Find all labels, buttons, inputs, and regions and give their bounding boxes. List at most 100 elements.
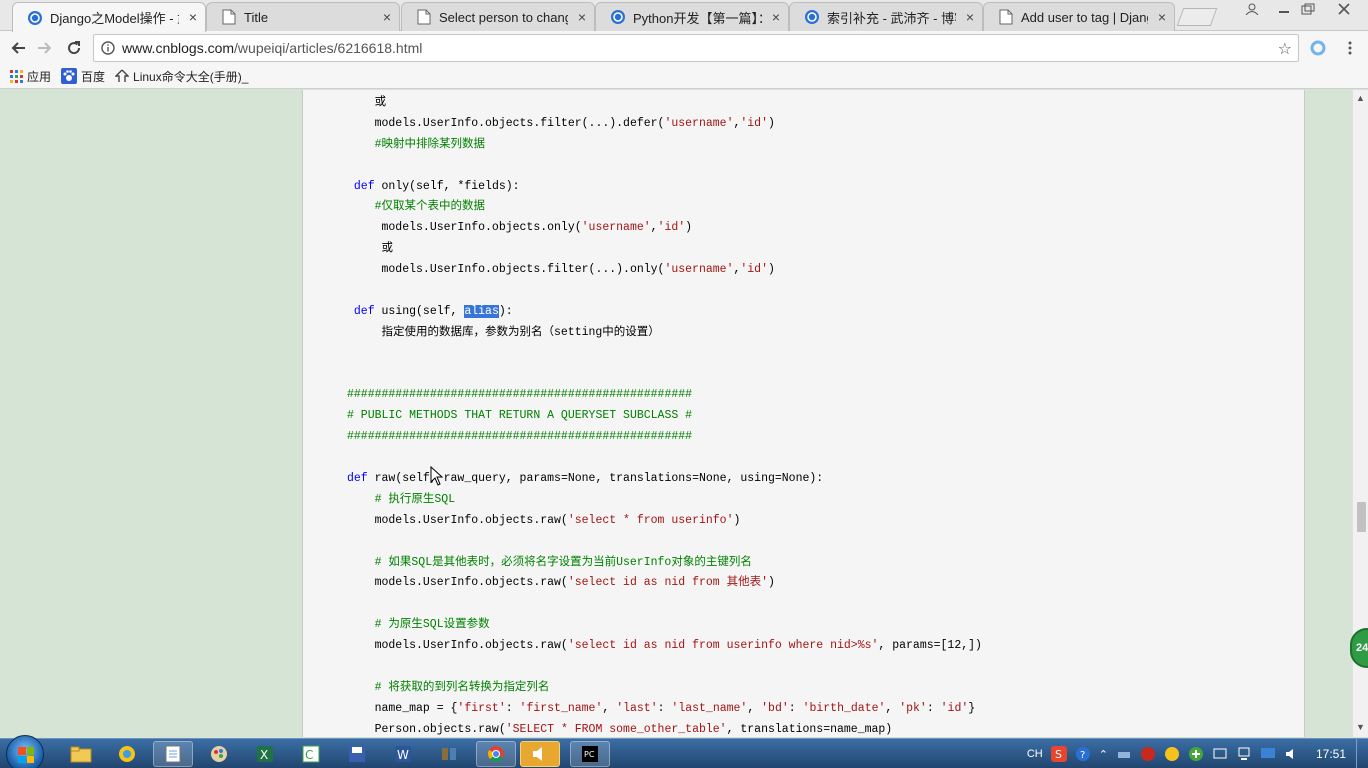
taskbar-qq-browser[interactable] — [107, 741, 147, 767]
taskbar-notepad[interactable] — [153, 741, 193, 767]
code-token: # 如果SQL是其他表时，必须将名字设置为当前UserInfo对象的主键列名 — [347, 555, 752, 569]
taskbar-explorer[interactable] — [61, 741, 101, 767]
tray-expand-icon[interactable]: ⌃ — [1099, 748, 1108, 761]
tab-1[interactable]: Django之Model操作 - 武 × — [12, 2, 206, 32]
code-token: using(self, — [374, 304, 465, 318]
code-line: 指定使用的数据库，参数为别名（setting中的设置） — [347, 323, 982, 344]
tab-close-icon[interactable]: × — [966, 9, 974, 25]
code-token: 'pk' — [899, 701, 927, 715]
back-arrow-icon — [11, 42, 25, 54]
code-line: models.UserInfo.objects.raw('select id a… — [347, 573, 982, 594]
taskbar-notepad-plus[interactable]: C — [291, 741, 331, 767]
code-token: , — [885, 701, 900, 715]
code-token: ) — [733, 513, 741, 527]
taskbar-player[interactable] — [520, 741, 560, 767]
code-token: ): — [498, 304, 513, 318]
code-token: : — [788, 701, 803, 715]
display-icon[interactable] — [1212, 746, 1228, 762]
code-token: models.UserInfo.objects.raw( — [347, 639, 568, 653]
back-button[interactable] — [6, 36, 30, 60]
code-token: : — [505, 701, 520, 715]
code-line: name_map = {'first': 'first_name', 'last… — [347, 699, 982, 720]
bookmark-label: Linux命令大全(手册)_ — [133, 69, 249, 84]
tab-title: Select person to chang — [439, 9, 568, 25]
tab-title: Django之Model操作 - 武 — [50, 11, 179, 26]
code-token: , — [650, 221, 658, 235]
tab-title: Add user to tag | Djang — [1021, 9, 1148, 25]
computer-icon[interactable] — [1236, 746, 1252, 762]
bookmark-baidu[interactable]: 百度 — [61, 68, 105, 85]
show-desktop-button[interactable] — [1356, 739, 1368, 768]
code-line: # 执行原生SQL — [347, 490, 982, 511]
add-icon[interactable] — [1188, 746, 1204, 762]
network-icon[interactable] — [1260, 746, 1276, 762]
new-tab-button[interactable] — [1176, 8, 1218, 26]
scrollbar-thumb[interactable] — [1357, 502, 1366, 532]
mouse-cursor-icon — [430, 465, 444, 489]
bookmark-star-icon[interactable]: ☆ — [1278, 39, 1292, 59]
bookmark-linux[interactable]: Linux命令大全(手册)_ — [115, 68, 248, 85]
cnblogs-icon — [610, 9, 626, 25]
tab-close-icon[interactable]: × — [1158, 9, 1166, 25]
code-token: #映射中排除某列数据 — [347, 137, 486, 151]
tab-close-icon[interactable]: × — [383, 9, 391, 25]
help-icon[interactable]: ? — [1075, 746, 1091, 762]
taskbar-pycharm[interactable]: PC — [570, 741, 610, 767]
bookmarks-bar: 应用 百度 Linux命令大全(手册)_ — [0, 64, 1368, 89]
code-line: 或 — [347, 239, 982, 260]
code-token: , — [602, 701, 617, 715]
scroll-up-icon[interactable]: ▲ — [1356, 93, 1365, 103]
tab-close-icon[interactable]: × — [189, 9, 197, 25]
tab-close-icon[interactable]: × — [772, 9, 780, 25]
selected-text: alias — [464, 304, 499, 318]
clock[interactable]: 17:51 — [1316, 747, 1346, 761]
sogou-icon[interactable]: S — [1050, 746, 1067, 762]
baidu-paw-icon — [61, 68, 78, 84]
code-line: models.UserInfo.objects.only('username',… — [347, 218, 982, 239]
scroll-down-icon[interactable]: ▼ — [1356, 722, 1365, 732]
qq-tray-icon[interactable] — [1164, 746, 1180, 762]
tab-4[interactable]: Python开发【第一篇】： × — [595, 2, 789, 31]
taskbar-tools[interactable] — [429, 741, 469, 767]
menu-icon[interactable] — [1338, 36, 1362, 60]
restore-icon[interactable] — [1294, 0, 1322, 18]
ime-indicator[interactable]: CH — [1027, 748, 1043, 760]
page-icon — [998, 9, 1014, 25]
network-tool-icon[interactable] — [1116, 746, 1132, 762]
taskbar-chrome[interactable] — [476, 741, 516, 767]
tab-title: Python开发【第一篇】： — [633, 10, 762, 26]
user-icon[interactable] — [1238, 0, 1266, 18]
record-icon[interactable] — [1140, 746, 1156, 762]
taskbar-paint[interactable] — [199, 741, 239, 767]
forward-button[interactable] — [33, 36, 57, 60]
bookmark-apps[interactable]: 应用 — [10, 68, 51, 85]
reload-button[interactable] — [62, 36, 86, 60]
start-button[interactable] — [6, 735, 44, 768]
address-bar[interactable]: www.cnblogs.com/wupeiqi/articles/6216618… — [93, 34, 1299, 62]
code-token: ) — [767, 116, 775, 130]
code-line: #仅取某个表中的数据 — [347, 197, 982, 218]
taskbar-excel[interactable]: X — [245, 741, 285, 767]
site-info-icon[interactable] — [94, 41, 122, 55]
taskbar-word[interactable]: W — [383, 741, 423, 767]
code-token: 或 — [347, 242, 394, 256]
code-token: def — [353, 304, 375, 318]
code-token: 'username' — [664, 116, 734, 130]
extension-icon[interactable] — [1306, 36, 1330, 60]
close-window-icon[interactable] — [1326, 0, 1362, 18]
url-text[interactable]: www.cnblogs.com/wupeiqi/articles/6216618… — [122, 40, 422, 56]
code-token: 指定使用的数据库，参数为别名（setting中的设置） — [347, 325, 660, 339]
tab-close-icon[interactable]: × — [578, 9, 586, 25]
volume-icon[interactable] — [1284, 746, 1300, 762]
taskbar-save[interactable] — [337, 741, 377, 767]
tab-6[interactable]: Add user to tag | Djang × — [983, 2, 1175, 31]
tab-5[interactable]: 索引补充 - 武沛齐 - 博客 × — [789, 2, 983, 31]
code-line: models.UserInfo.objects.filter(...).defe… — [347, 114, 982, 135]
tab-3[interactable]: Select person to chang × — [401, 2, 595, 31]
tab-2[interactable]: Title × — [206, 2, 400, 31]
code-line: Person.objects.raw('SELECT * FROM some_o… — [347, 720, 982, 737]
